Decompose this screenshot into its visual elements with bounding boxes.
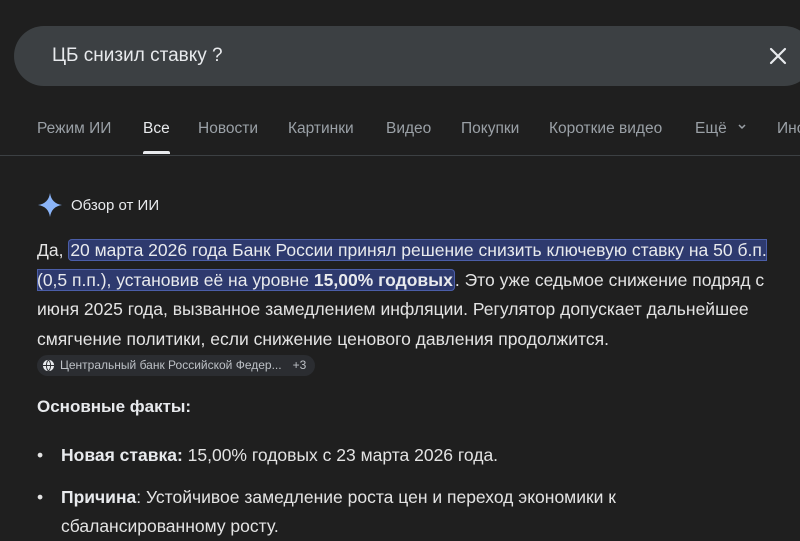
tab-videos[interactable]: Видео: [386, 120, 431, 138]
tab-more-label: Ещё: [695, 120, 727, 137]
answer-highlight-bold: 15,00% годовых: [313, 269, 453, 290]
search-input[interactable]: ЦБ снизил ставку ?: [52, 45, 223, 67]
fact-key: Причина: [61, 487, 137, 507]
source-chip[interactable]: Центральный банк Российской Федер... +3: [37, 355, 316, 376]
tab-all[interactable]: Все: [143, 120, 170, 138]
close-icon: [769, 47, 787, 65]
source-more-count: +3: [292, 358, 307, 372]
tab-news[interactable]: Новости: [198, 120, 258, 138]
answer-intro: Да,: [37, 240, 69, 260]
search-bar[interactable]: ЦБ снизил ставку ?: [14, 26, 800, 86]
fact-key: Новая ставка:: [61, 445, 183, 465]
fact-text: : Устойчивое замедление роста цен и пере…: [61, 487, 616, 536]
list-item: • Причина: Устойчивое замедление роста ц…: [37, 483, 777, 541]
fact-text: 15,00% годовых с 23 марта 2026 года.: [182, 445, 499, 465]
list-item: • Новая ставка: 15,00% годовых с 23 март…: [37, 441, 777, 470]
source-label: Центральный банк Российской Федер...: [60, 358, 282, 372]
tab-more[interactable]: Ещё: [695, 120, 747, 138]
bullet-dot: •: [37, 487, 44, 507]
clear-search-button[interactable]: [756, 26, 800, 86]
globe-icon: [42, 359, 55, 372]
tab-short-videos[interactable]: Короткие видео: [549, 120, 662, 138]
ai-answer-paragraph: Да, 20 марта 2026 года Банк России приня…: [37, 236, 777, 384]
tab-tools[interactable]: Инс: [777, 120, 800, 138]
active-tab-indicator: [143, 151, 170, 154]
tab-ai-mode[interactable]: Режим ИИ: [37, 120, 111, 138]
tab-shopping[interactable]: Покупки: [461, 120, 519, 138]
ai-overview-header: Обзор от ИИ: [37, 192, 159, 218]
facts-title: Основные факты:: [37, 397, 192, 416]
search-tabs: Режим ИИ Все Новости Картинки Видео Поку…: [0, 100, 800, 156]
ai-overview-body: Да, 20 марта 2026 года Банк России приня…: [37, 236, 777, 384]
tab-images[interactable]: Картинки: [288, 120, 354, 138]
sparkle-icon: [38, 193, 62, 217]
chevron-down-icon: [738, 124, 746, 130]
ai-overview-title: Обзор от ИИ: [71, 196, 160, 214]
bullet-dot: •: [37, 445, 44, 465]
